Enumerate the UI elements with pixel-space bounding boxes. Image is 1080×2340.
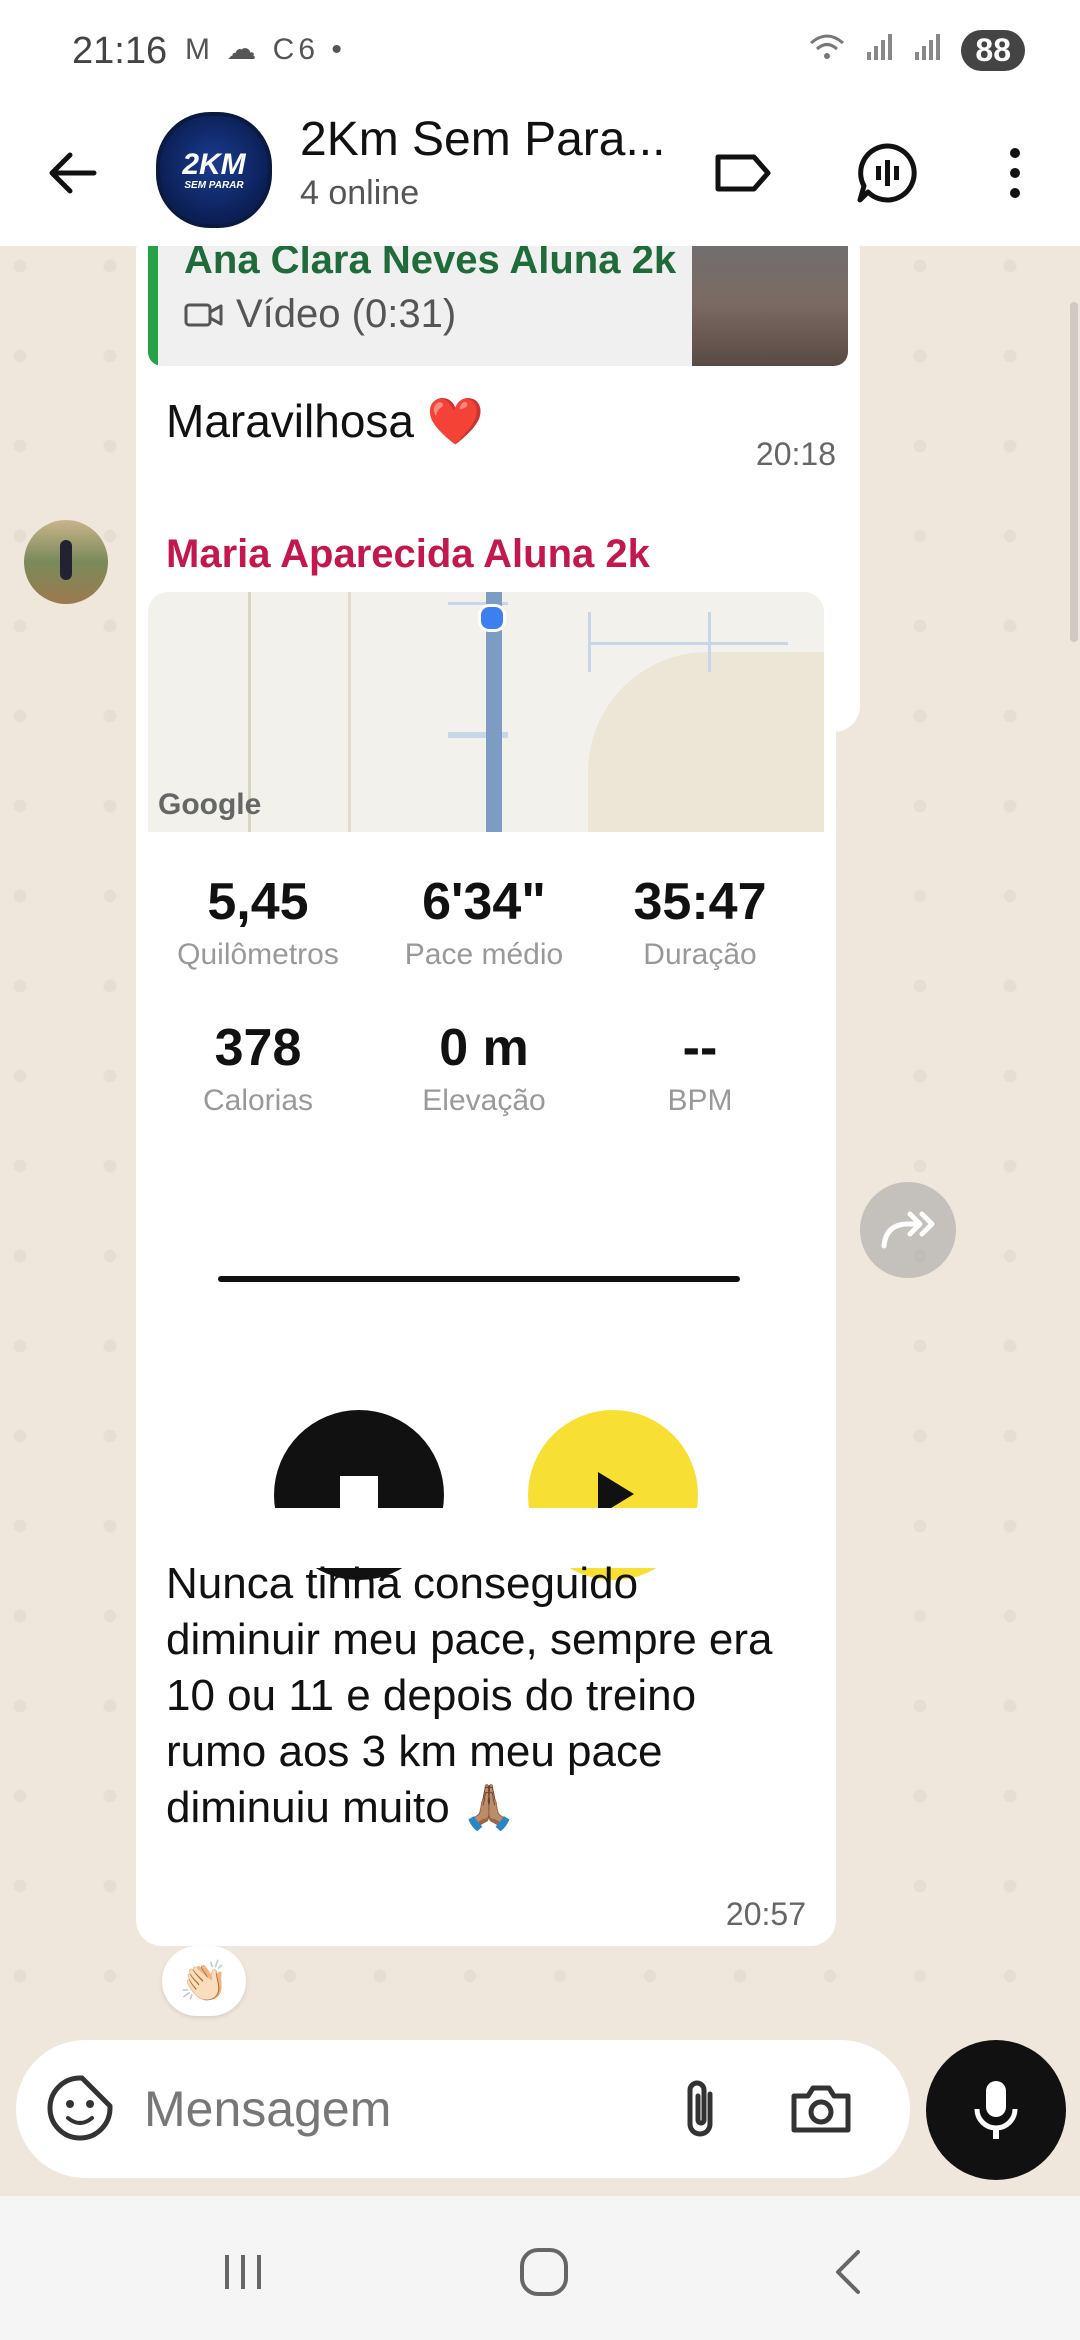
camera-icon	[791, 2085, 851, 2133]
more-vertical-icon	[1010, 148, 1020, 198]
home-button[interactable]	[504, 2232, 584, 2312]
reaction-emoji[interactable]: 👏🏻	[162, 1946, 246, 2016]
signal-icon	[865, 32, 895, 70]
stat-value: --	[682, 1019, 718, 1077]
scrollbar[interactable]	[1070, 302, 1078, 642]
stat-value: 378	[214, 1019, 302, 1077]
stat-pace: 6'34" Pace médio	[384, 872, 584, 972]
stat-label: Calorias	[202, 1084, 314, 1117]
stat-distance: 5,45 Quilômetros	[158, 872, 358, 972]
attach-button[interactable]	[666, 2074, 736, 2144]
forward-button[interactable]	[860, 1182, 956, 1278]
mic-button[interactable]	[926, 2040, 1066, 2180]
forward-icon	[881, 1211, 935, 1249]
stat-label: Pace médio	[404, 938, 564, 971]
more-options-button[interactable]	[980, 138, 1050, 208]
start-point-marker	[478, 604, 506, 632]
message-input[interactable]: Mensagem	[144, 2080, 391, 2138]
microphone-icon	[974, 2081, 1018, 2139]
voice-chat-button[interactable]	[852, 138, 922, 208]
recent-apps-icon	[225, 2255, 261, 2289]
divider-line	[218, 1276, 740, 1282]
message-time: 20:18	[755, 436, 836, 472]
label-button[interactable]	[708, 138, 778, 208]
sender-avatar[interactable]	[24, 520, 108, 604]
voice-chat-icon	[857, 143, 917, 203]
back-nav-button[interactable]	[808, 2232, 888, 2312]
avatar-logo-subtext: SEM PARAR	[184, 179, 244, 191]
video-camera-icon	[184, 303, 223, 326]
back-button[interactable]	[40, 140, 106, 206]
sticker-icon	[47, 2075, 113, 2141]
stat-duration: 35:47 Duração	[600, 872, 800, 972]
battery-level: 88	[961, 30, 1025, 71]
message-body: Maravilhosa	[166, 395, 414, 447]
online-count: 4 online	[300, 174, 420, 212]
activity-stats: 5,45 Quilômetros 6'34" Pace médio 35:47 …	[148, 832, 824, 1580]
paperclip-icon	[687, 2080, 713, 2137]
message-bubble-activity[interactable]: Maria Aparecida Aluna 2k Google 5,45 Qui…	[136, 516, 836, 1946]
stat-value: 35:47	[633, 873, 767, 931]
signal-icon-2	[913, 32, 943, 70]
map-street	[588, 642, 788, 645]
stat-value: 0 m	[439, 1019, 529, 1077]
quoted-message[interactable]: Ana Clara Neves Aluna 2k Vídeo (0:31)	[148, 246, 848, 366]
stat-value: 5,45	[207, 873, 309, 931]
home-icon	[520, 2248, 568, 2296]
system-nav-bar	[0, 2196, 1080, 2340]
heart-emoji: ❤️	[426, 395, 485, 447]
status-right: 88	[807, 30, 1025, 71]
map-street	[348, 592, 351, 832]
recent-apps-button[interactable]	[204, 2232, 284, 2312]
stat-elevation: 0 m Elevação	[384, 1018, 584, 1118]
route-map[interactable]: Google	[148, 592, 824, 832]
quote-accent-bar	[148, 246, 158, 366]
map-area	[588, 652, 824, 832]
status-bar: 21:16 M ☁ C6 • 88	[0, 0, 1080, 100]
video-thumbnail	[692, 246, 848, 366]
stat-label: BPM	[667, 1084, 733, 1117]
notification-icons: M ☁ C6 •	[185, 33, 346, 66]
label-tag-icon	[715, 154, 771, 192]
stat-bpm: -- BPM	[600, 1018, 800, 1118]
sticker-button[interactable]	[44, 2072, 116, 2144]
group-title[interactable]: 2Km Sem Para...	[300, 112, 680, 167]
chat-header: 2KM SEM PARAR 2Km Sem Para... 4 online	[0, 100, 1080, 246]
avatar-logo-text: 2KM	[182, 147, 246, 181]
wifi-icon	[807, 31, 847, 71]
message-text: Nunca tinha conseguido diminuir meu pace…	[166, 1559, 773, 1832]
quote-author: Ana Clara Neves Aluna 2k	[184, 246, 677, 282]
arrow-left-icon	[49, 152, 97, 194]
stat-label: Elevação	[422, 1084, 546, 1117]
stat-label: Duração	[643, 938, 757, 971]
stat-label: Quilômetros	[177, 938, 339, 971]
group-avatar[interactable]: 2KM SEM PARAR	[156, 112, 272, 228]
status-time: 21:16	[72, 30, 168, 72]
message-time: 20:57	[725, 1896, 806, 1932]
stat-value: 6'34"	[422, 873, 546, 931]
camera-button[interactable]	[786, 2074, 856, 2144]
video-duration-text: Vídeo (0:31)	[236, 292, 457, 336]
sender-name[interactable]: Maria Aparecida Aluna 2k	[166, 532, 650, 577]
runner-figure	[60, 540, 72, 580]
map-street	[708, 612, 711, 672]
chevron-left-icon	[836, 2250, 860, 2294]
quote-video-label: Vídeo (0:31)	[184, 292, 456, 337]
stat-calories: 378 Calorias	[158, 1018, 358, 1118]
map-brand-logo: Google	[158, 788, 262, 821]
message-composer: Mensagem	[16, 2040, 910, 2178]
chat-area[interactable]: Ana Clara Neves Aluna 2k Vídeo (0:31) Ma…	[0, 246, 1080, 2040]
message-text: Maravilhosa ❤️	[166, 394, 484, 449]
